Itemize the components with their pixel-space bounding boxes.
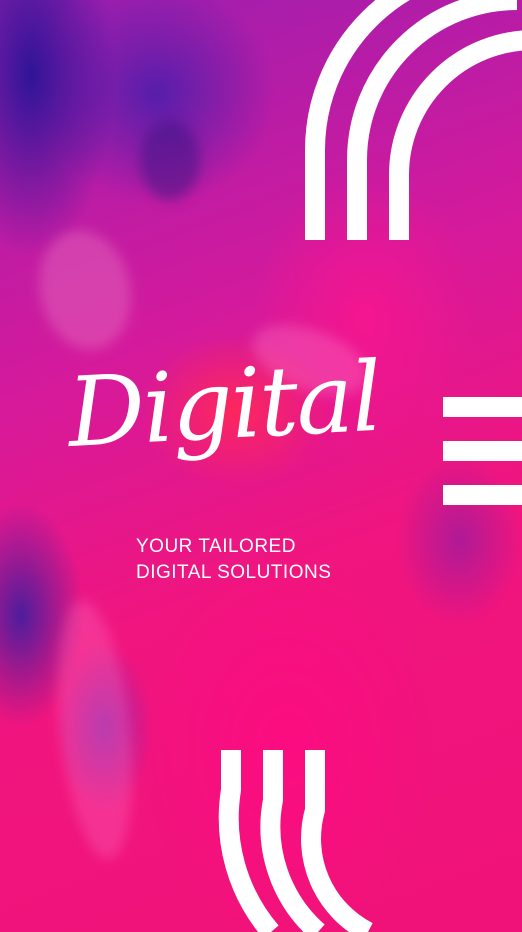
bottom-arches [218, 750, 373, 932]
right-stripes [443, 397, 522, 505]
stripe [443, 441, 522, 461]
stripe [443, 397, 522, 417]
tagline: YOUR TAILORED DIGITAL SOLUTIONS [136, 534, 331, 586]
arch-inner [389, 30, 522, 240]
top-arches [305, 0, 522, 240]
headline: Digital [65, 340, 383, 469]
tagline-line-1: YOUR TAILORED [136, 536, 296, 557]
tagline-line-2: DIGITAL SOLUTIONS [136, 562, 332, 583]
arch-inner [301, 750, 373, 932]
poster-canvas: Digital YOUR TAILORED DIGITAL SOLUTIONS [0, 0, 522, 932]
stripe [443, 485, 522, 505]
